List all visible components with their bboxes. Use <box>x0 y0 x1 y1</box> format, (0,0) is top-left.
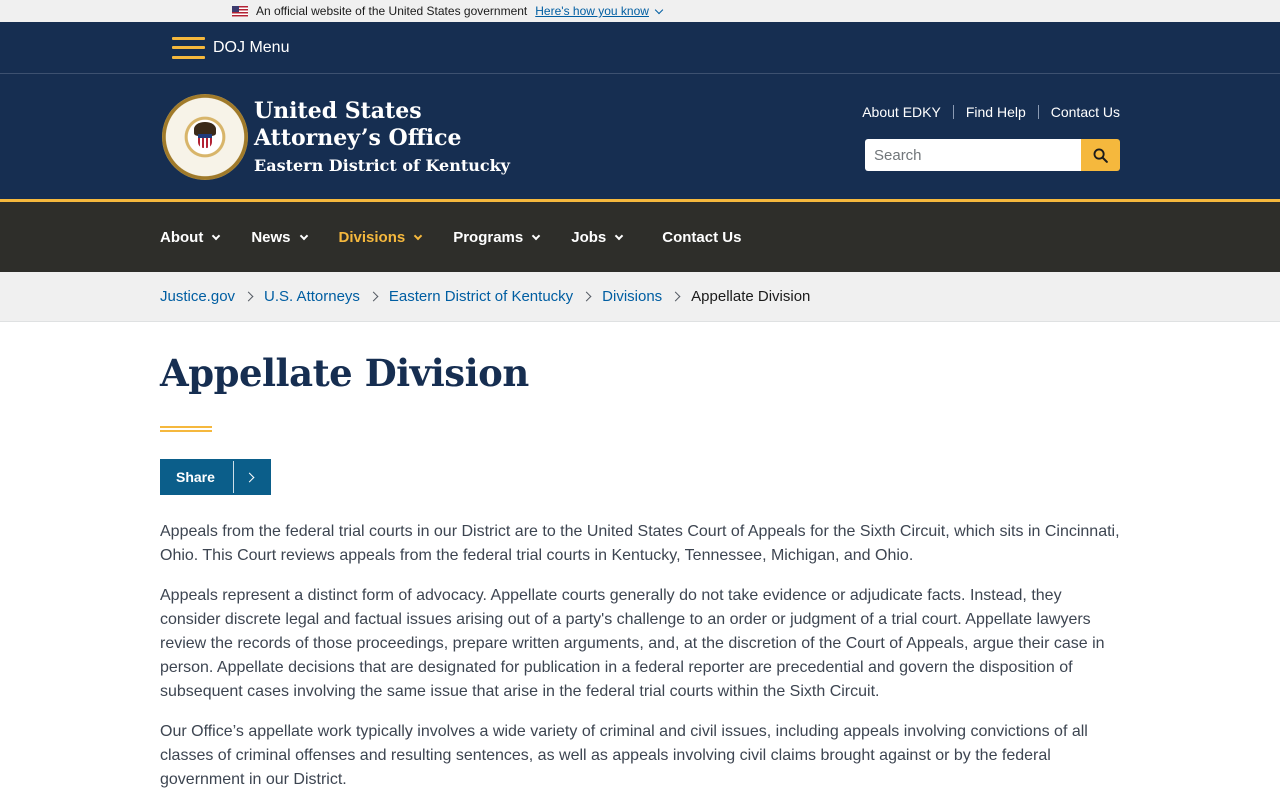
nav-programs-label: Programs <box>453 228 524 246</box>
doj-menu-label: DOJ Menu <box>213 38 290 56</box>
search-form <box>865 139 1120 171</box>
search-input[interactable] <box>865 139 1081 171</box>
office-name-line1: United States <box>254 98 422 124</box>
doj-menu-bar: DOJ Menu <box>0 22 1280 74</box>
chevron-right-icon <box>244 472 255 482</box>
nav-contact-us[interactable]: Contact Us <box>662 229 741 246</box>
main-nav: About News Divisions Programs Jobs Conta… <box>0 199 1280 272</box>
chevron-down-icon <box>654 5 664 14</box>
body-text: Appeals from the federal trial courts in… <box>160 520 1120 792</box>
breadcrumb: Justice.gov U.S. Attorneys Eastern Distr… <box>0 272 1280 322</box>
chevron-right-icon <box>243 291 254 302</box>
us-flag-icon <box>232 5 248 17</box>
breadcrumb-eastern-district[interactable]: Eastern District of Kentucky <box>389 288 573 305</box>
nav-jobs[interactable]: Jobs <box>571 228 624 246</box>
util-link-contact-us[interactable]: Contact Us <box>1051 104 1120 120</box>
menu-icon <box>172 36 205 59</box>
nav-divisions[interactable]: Divisions <box>338 228 423 246</box>
search-icon <box>1093 148 1108 163</box>
gov-banner-text: An official website of the United States… <box>256 4 528 18</box>
gov-banner: An official website of the United States… <box>0 0 1280 22</box>
chevron-right-icon <box>368 291 379 302</box>
share-label: Share <box>176 469 215 485</box>
nav-programs[interactable]: Programs <box>453 228 541 246</box>
nav-news-label: News <box>251 228 291 246</box>
body-paragraph: Appeals from the federal trial courts in… <box>160 523 1120 564</box>
util-link-about-edky[interactable]: About EDKY <box>862 104 941 120</box>
share-button[interactable]: Share <box>160 459 271 495</box>
util-divider <box>1037 105 1039 119</box>
chevron-right-icon <box>581 291 592 302</box>
nav-news[interactable]: News <box>251 228 308 246</box>
breadcrumb-current: Appellate Division <box>691 288 811 305</box>
nav-divisions-label: Divisions <box>338 228 406 246</box>
chevron-down-icon <box>615 231 624 241</box>
main-content: Appellate Division Share Appeals from th… <box>0 351 1120 792</box>
office-name-line3: Eastern District of Kentucky <box>254 156 510 175</box>
breadcrumb-justice-gov[interactable]: Justice.gov <box>160 288 235 305</box>
breadcrumb-us-attorneys[interactable]: U.S. Attorneys <box>264 288 360 305</box>
doj-menu-button[interactable]: DOJ Menu <box>172 36 290 59</box>
util-divider <box>952 105 954 119</box>
body-paragraph: Appeals represent a distinct form of adv… <box>160 587 1105 700</box>
site-header: United States Attorney’s Office Eastern … <box>0 74 1280 199</box>
office-name-line2: Attorney’s Office <box>254 125 462 151</box>
chevron-down-icon <box>413 231 423 241</box>
chevron-down-icon <box>531 231 541 241</box>
chevron-down-icon <box>299 231 308 241</box>
util-link-find-help[interactable]: Find Help <box>966 104 1026 120</box>
share-divider <box>233 461 234 493</box>
breadcrumb-divisions[interactable]: Divisions <box>602 288 662 305</box>
chevron-right-icon <box>670 291 681 302</box>
title-underline <box>160 426 212 432</box>
heres-how-you-know-label: Here's how you know <box>535 4 649 18</box>
utility-links: About EDKY Find Help Contact Us <box>862 104 1120 120</box>
search-button[interactable] <box>1081 139 1120 171</box>
nav-contact-us-label: Contact Us <box>662 228 742 246</box>
nav-jobs-label: Jobs <box>571 228 607 246</box>
body-paragraph: Our Office’s appellate work typically in… <box>160 723 1088 788</box>
chevron-down-icon <box>212 231 221 241</box>
page-title: Appellate Division <box>160 351 529 395</box>
nav-about-label: About <box>160 228 204 246</box>
nav-about[interactable]: About <box>160 228 221 246</box>
office-name[interactable]: United States Attorney’s Office Eastern … <box>254 98 510 175</box>
heres-how-you-know-link[interactable]: Here's how you know <box>535 4 664 18</box>
doj-seal-logo[interactable] <box>162 94 248 180</box>
